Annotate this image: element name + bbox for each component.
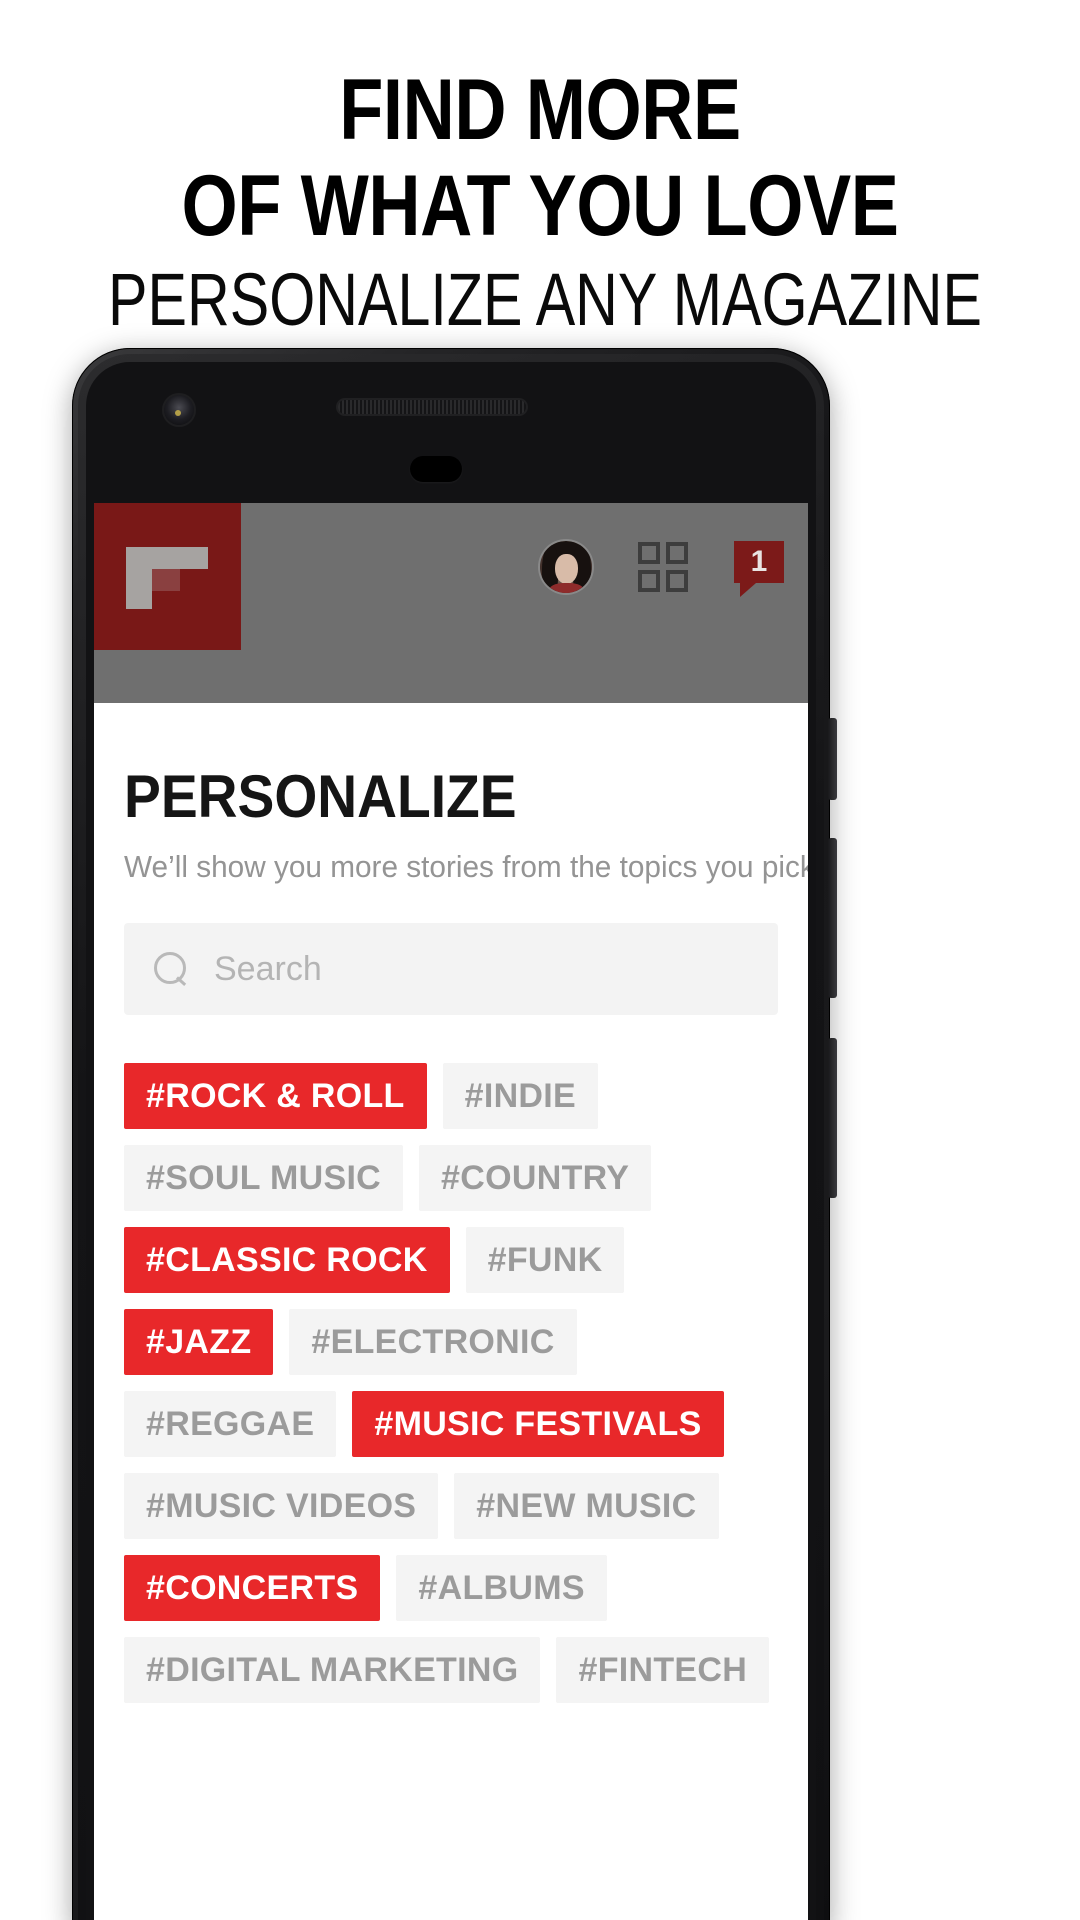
topic-chip[interactable]: #ALBUMS [396,1555,607,1621]
user-avatar[interactable] [540,541,592,593]
topic-chip[interactable]: #FUNK [465,1227,625,1293]
personalize-content: PERSONALIZE We’ll show you more stories … [94,765,808,1703]
promo-headline: FIND MORE OF WHAT YOU LOVE PERSONALIZE A… [0,0,1080,342]
app-screen: 1 PERSONALIZE We’ll show you more storie… [94,503,808,1920]
topic-chip[interactable]: #FINTECH [556,1637,770,1703]
promo-headline-line-1: FIND MORE [339,62,741,158]
sensor-pill-icon [410,456,462,482]
topic-chip[interactable]: #COUNTRY [419,1145,652,1211]
topic-chip[interactable]: #ELECTRONIC [289,1309,577,1375]
search-icon [154,952,188,986]
volume-down-button[interactable] [828,1038,837,1198]
topic-chip-list: #ROCK & ROLL #INDIE #SOUL MUSIC #COUNTRY #CL… [124,1063,778,1703]
earpiece-speaker-icon [338,400,526,414]
topic-chip[interactable]: #CONCERTS [124,1555,381,1621]
topic-chip[interactable]: #SOUL MUSIC [124,1145,404,1211]
promo-headline-line-2: OF WHAT YOU LOVE [181,158,899,254]
flipboard-logo[interactable] [94,503,241,650]
promo-screenshot: FIND MORE OF WHAT YOU LOVE PERSONALIZE A… [0,0,1080,1920]
app-header-bar: 1 [94,503,808,703]
notification-badge-icon[interactable]: 1 [734,541,786,597]
search-placeholder: Search [214,949,322,988]
topic-chip[interactable]: #MUSIC FESTIVALS [352,1391,724,1457]
topic-chip[interactable]: #INDIE [442,1063,598,1129]
topic-chip[interactable]: #ROCK & ROLL [124,1063,427,1129]
topic-chip[interactable]: #JAZZ [124,1309,274,1375]
promo-subheadline: PERSONALIZE ANY MAGAZINE [108,258,982,341]
search-field[interactable]: Search [124,923,778,1015]
topic-chip[interactable]: #REGGAE [124,1391,337,1457]
header-actions: 1 [540,541,786,597]
phone-device-mockup: 1 PERSONALIZE We’ll show you more storie… [72,348,837,1920]
volume-up-button[interactable] [828,838,837,998]
power-button[interactable] [828,718,837,800]
topic-chip[interactable]: #NEW MUSIC [454,1473,719,1539]
grid-icon[interactable] [638,542,688,592]
notification-count: 1 [750,545,768,578]
flipboard-logo-glyph [126,547,208,609]
topic-chip[interactable]: #DIGITAL MARKETING [124,1637,541,1703]
front-camera-icon [164,395,194,425]
page-title: PERSONALIZE [124,763,517,830]
page-subtitle: We’ll show you more stories from the top… [124,849,808,884]
topic-chip[interactable]: #CLASSIC ROCK [124,1227,450,1293]
topic-chip[interactable]: #MUSIC VIDEOS [124,1473,439,1539]
